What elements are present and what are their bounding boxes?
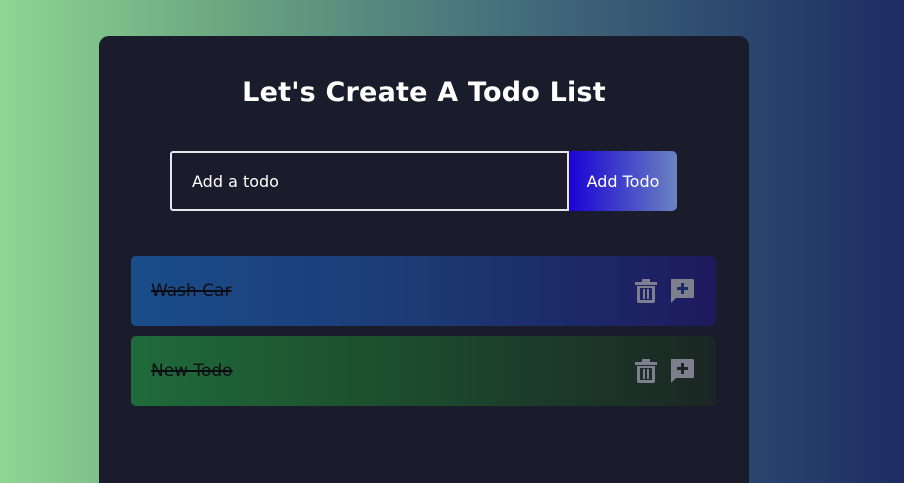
todo-text[interactable]: New Todo — [151, 361, 632, 381]
trash-icon[interactable] — [632, 357, 660, 385]
trash-icon[interactable] — [632, 277, 660, 305]
todo-text[interactable]: Wash Car — [151, 281, 632, 301]
add-todo-button[interactable]: Add Todo — [569, 151, 677, 211]
todo-actions — [632, 277, 696, 305]
page-title: Let's Create A Todo List — [242, 77, 606, 108]
todo-item: New Todo — [131, 336, 716, 406]
todo-list: Wash Car New Todo — [131, 256, 716, 416]
todo-form: Add Todo — [170, 151, 677, 211]
add-comment-icon[interactable] — [668, 357, 696, 385]
todo-input[interactable] — [170, 151, 569, 211]
todo-item: Wash Car — [131, 256, 716, 326]
add-comment-icon[interactable] — [668, 277, 696, 305]
todo-app-panel: Let's Create A Todo List Add Todo Wash C… — [99, 36, 749, 483]
todo-actions — [632, 357, 696, 385]
